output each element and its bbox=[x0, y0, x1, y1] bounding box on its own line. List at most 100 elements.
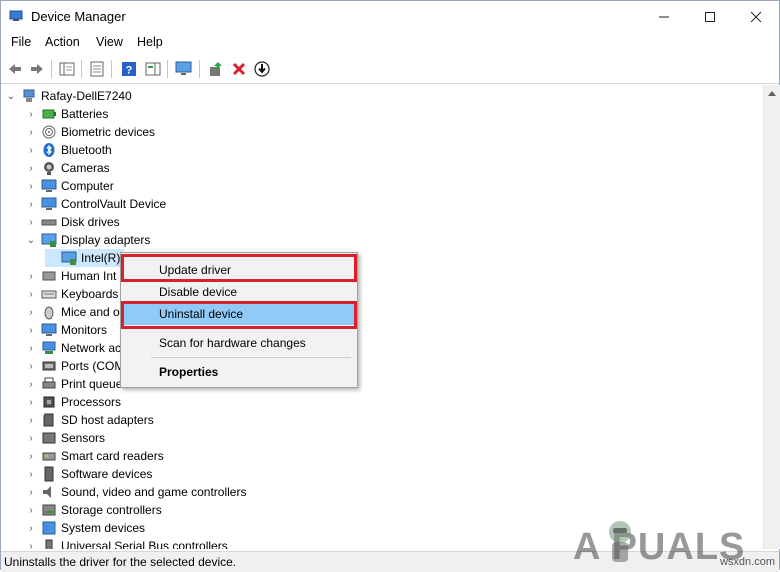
expand-chevron-icon[interactable]: › bbox=[25, 267, 37, 285]
uninstall-device-button[interactable] bbox=[229, 59, 249, 79]
chevron-up-icon bbox=[768, 90, 776, 96]
console-tree-icon bbox=[59, 62, 75, 76]
device-manager-icon bbox=[9, 10, 23, 21]
tree-item-ports[interactable]: › Ports (COM bbox=[25, 357, 124, 375]
menu-help[interactable]: Help bbox=[137, 35, 163, 49]
back-arrow-icon bbox=[9, 64, 21, 74]
menu-item-scan-hardware[interactable]: Scan for hardware changes bbox=[123, 332, 355, 354]
action-pane-button[interactable] bbox=[143, 59, 163, 79]
expand-chevron-icon[interactable]: › bbox=[25, 123, 37, 141]
tree-item-batteries[interactable]: › Batteries bbox=[25, 105, 108, 123]
device-tree: ⌄ Rafay-DellE7240 › Batteries › Biometri… bbox=[1, 85, 763, 549]
back-button[interactable] bbox=[5, 59, 25, 79]
expand-chevron-icon[interactable]: › bbox=[25, 321, 37, 339]
expand-chevron-icon[interactable]: › bbox=[25, 159, 37, 177]
tree-item-monitors[interactable]: › Monitors bbox=[25, 321, 107, 339]
expand-chevron-icon[interactable]: › bbox=[25, 339, 37, 357]
computer-icon bbox=[41, 179, 57, 192]
tree-item-computer[interactable]: › Computer bbox=[25, 177, 114, 195]
collapse-chevron-icon[interactable]: ⌄ bbox=[25, 231, 37, 249]
toolbar-separator bbox=[111, 60, 112, 78]
menu-item-label: Disable device bbox=[159, 285, 238, 299]
tree-item-sd-host[interactable]: › SD host adapters bbox=[25, 411, 153, 429]
tree-item-human-interface[interactable]: › Human Int bbox=[25, 267, 116, 285]
expand-chevron-icon[interactable]: › bbox=[25, 285, 37, 303]
expand-chevron-icon[interactable]: › bbox=[25, 537, 37, 550]
expand-chevron-icon[interactable]: › bbox=[25, 465, 37, 483]
enable-device-button[interactable] bbox=[252, 59, 272, 79]
expand-chevron-icon[interactable]: › bbox=[25, 303, 37, 321]
expand-chevron-icon[interactable]: › bbox=[25, 357, 37, 375]
tree-item-cameras[interactable]: › Cameras bbox=[25, 159, 110, 177]
tree-item-label: Monitors bbox=[61, 323, 108, 337]
tree-item-software-devices[interactable]: › Software devices bbox=[25, 465, 152, 483]
menu-action[interactable]: Action bbox=[45, 35, 80, 49]
tree-item-network[interactable]: › Network ac bbox=[25, 339, 121, 357]
expand-chevron-icon[interactable]: › bbox=[25, 429, 37, 447]
scroll-up-button[interactable] bbox=[764, 85, 780, 101]
expand-chevron-icon[interactable]: › bbox=[25, 393, 37, 411]
menu-file[interactable]: File bbox=[11, 35, 31, 49]
tree-item-usb[interactable]: › Universal Serial Bus controllers bbox=[25, 537, 228, 549]
tree-item-processors[interactable]: › Processors bbox=[25, 393, 121, 411]
collapse-chevron-icon[interactable]: ⌄ bbox=[5, 87, 17, 105]
tree-item-print-queues[interactable]: › Print queue bbox=[25, 375, 122, 393]
tree-root[interactable]: ⌄ Rafay-DellE7240 bbox=[5, 87, 132, 105]
processor-icon bbox=[43, 396, 55, 408]
expand-chevron-icon[interactable]: › bbox=[25, 195, 37, 213]
tree-item-bluetooth[interactable]: › Bluetooth bbox=[25, 141, 112, 159]
tree-item-label: Computer bbox=[61, 179, 114, 193]
monitor-icon bbox=[41, 323, 57, 336]
properties-button[interactable] bbox=[87, 59, 107, 79]
scan-hardware-button[interactable] bbox=[174, 59, 194, 79]
expand-chevron-icon[interactable]: › bbox=[25, 411, 37, 429]
expand-chevron-icon[interactable]: › bbox=[25, 483, 37, 501]
tree-item-controlvault[interactable]: › ControlVault Device bbox=[25, 195, 166, 213]
port-icon bbox=[42, 361, 56, 371]
expand-chevron-icon[interactable]: › bbox=[25, 447, 37, 465]
camera-icon bbox=[44, 162, 54, 175]
menu-item-disable-device[interactable]: Disable device bbox=[123, 281, 355, 303]
maximize-button[interactable] bbox=[687, 1, 733, 33]
expand-chevron-icon[interactable]: › bbox=[25, 375, 37, 393]
vertical-scrollbar[interactable] bbox=[763, 85, 780, 549]
tree-item-disk-drives[interactable]: › Disk drives bbox=[25, 213, 119, 231]
bluetooth-icon bbox=[43, 143, 55, 157]
system-device-icon bbox=[42, 521, 56, 535]
battery-icon bbox=[42, 109, 56, 119]
tree-item-label: Sound, video and game controllers bbox=[61, 485, 247, 499]
minimize-button[interactable] bbox=[641, 1, 687, 33]
tree-item-display-adapters[interactable]: ⌄ Display adapters bbox=[25, 231, 150, 249]
toolbar-separator bbox=[81, 60, 82, 78]
toolbar-separator bbox=[167, 60, 168, 78]
expand-chevron-icon[interactable]: › bbox=[25, 105, 37, 123]
expand-chevron-icon[interactable]: › bbox=[25, 177, 37, 195]
expand-chevron-icon[interactable]: › bbox=[25, 501, 37, 519]
expand-chevron-icon[interactable]: › bbox=[25, 213, 37, 231]
help-button[interactable]: ? bbox=[119, 59, 139, 79]
tree-item-smart-card[interactable]: › Smart card readers bbox=[25, 447, 163, 465]
tree-item-biometric[interactable]: › Biometric devices bbox=[25, 123, 155, 141]
expand-chevron-icon[interactable]: › bbox=[25, 141, 37, 159]
device-manager-window: Device Manager File Action View Help ? ⌄… bbox=[0, 0, 780, 572]
update-driver-button[interactable] bbox=[206, 59, 226, 79]
menu-separator bbox=[151, 357, 351, 358]
expand-chevron-icon[interactable]: › bbox=[25, 519, 37, 537]
tree-item-sensors[interactable]: › Sensors bbox=[25, 429, 105, 447]
close-button[interactable] bbox=[733, 1, 779, 33]
toolbar-separator bbox=[199, 60, 200, 78]
tree-item-intel-graphics[interactable]: Intel(R) bbox=[45, 249, 125, 267]
forward-button[interactable] bbox=[27, 59, 47, 79]
mascot-logo-icon bbox=[609, 521, 631, 562]
tree-item-label: Cameras bbox=[61, 161, 110, 175]
tree-item-storage[interactable]: › Storage controllers bbox=[25, 501, 161, 519]
speaker-icon bbox=[43, 486, 51, 498]
menu-view[interactable]: View bbox=[96, 35, 123, 49]
tree-item-mice[interactable]: › Mice and o bbox=[25, 303, 120, 321]
show-hide-console-tree-button[interactable] bbox=[57, 59, 77, 79]
tree-item-keyboards[interactable]: › Keyboards bbox=[25, 285, 118, 303]
tree-item-system-devices[interactable]: › System devices bbox=[25, 519, 145, 537]
menu-item-properties[interactable]: Properties bbox=[123, 361, 355, 383]
tree-item-sound[interactable]: › Sound, video and game controllers bbox=[25, 483, 246, 501]
